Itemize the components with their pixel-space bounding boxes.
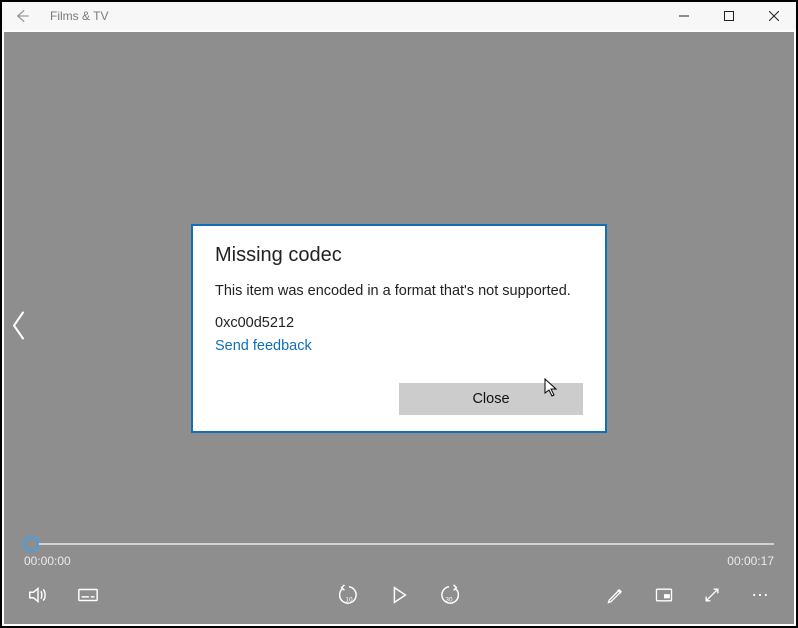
video-area: Missing codec This item was encoded in a… [4,32,794,624]
maximize-button[interactable] [706,2,751,30]
app-window: Films & TV Missing codec This item was e… [0,0,798,628]
close-window-icon [769,11,779,21]
volume-icon [27,584,49,606]
duration: 00:00:17 [727,554,774,568]
dialog-actions: Close [215,383,583,415]
edit-button[interactable] [604,583,628,607]
dialog-error-code: 0xc00d5212 [215,315,583,331]
seek-thumb[interactable] [23,536,39,552]
seek-bar[interactable] [24,534,774,554]
subtitles-icon [77,584,99,606]
mouse-cursor-icon [544,378,560,403]
back-arrow-icon [15,9,29,23]
seek-track [24,543,774,545]
play-icon [388,584,410,606]
more-button[interactable] [748,583,772,607]
fullscreen-button[interactable] [700,583,724,607]
titlebar: Films & TV [2,2,796,30]
play-button[interactable] [387,583,411,607]
current-time: 00:00:00 [24,554,71,568]
close-window-button[interactable] [751,2,796,30]
control-row: 10 30 [4,574,794,616]
subtitles-button[interactable] [76,583,100,607]
time-display: 00:00:00 00:00:17 [24,554,774,568]
svg-text:10: 10 [345,596,353,603]
chevron-left-icon [10,311,28,341]
previous-item-button[interactable] [10,311,28,346]
svg-text:30: 30 [445,596,453,603]
maximize-icon [724,11,734,21]
skip-back-button[interactable]: 10 [337,583,361,607]
fullscreen-icon [702,585,722,605]
volume-button[interactable] [26,583,50,607]
minimize-icon [679,11,689,21]
skip-forward-30-icon: 30 [438,584,460,606]
mini-view-button[interactable] [652,583,676,607]
dialog-message: This item was encoded in a format that's… [215,283,583,299]
player-controls: 00:00:00 00:00:17 10 [4,516,794,624]
send-feedback-link[interactable]: Send feedback [215,338,312,354]
dialog-title: Missing codec [215,244,583,267]
more-icon [750,585,770,605]
mini-view-icon [654,585,674,605]
window-title: Films & TV [50,9,108,23]
skip-back-10-icon: 10 [338,584,360,606]
back-button[interactable] [2,2,42,30]
window-controls [661,2,796,30]
minimize-button[interactable] [661,2,706,30]
skip-forward-button[interactable]: 30 [437,583,461,607]
pencil-icon [606,585,626,605]
